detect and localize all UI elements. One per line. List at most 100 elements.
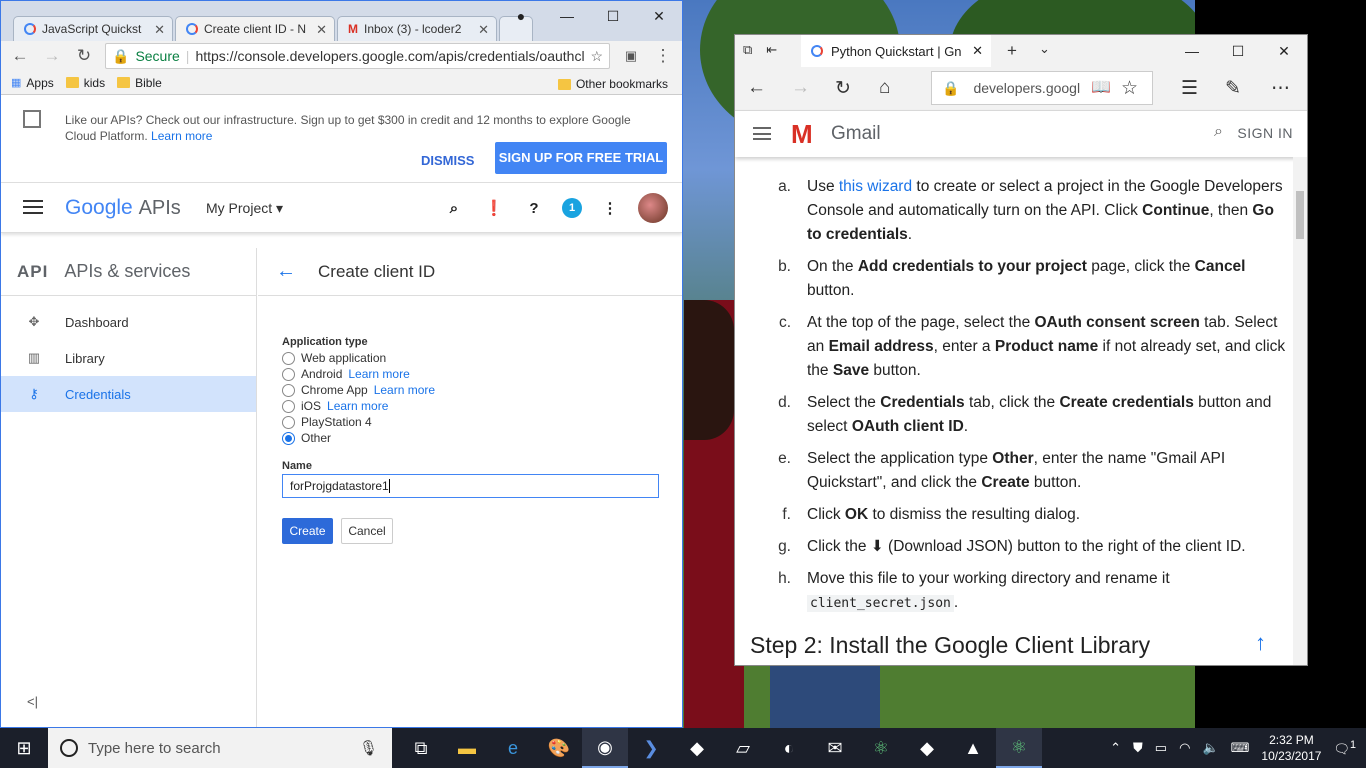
dismiss-button[interactable]: DISMISS [421, 153, 474, 169]
clock[interactable]: 2:32 PM 10/23/2017 [1261, 732, 1321, 764]
scrollbar[interactable] [1293, 157, 1307, 665]
extension-icon[interactable]: ▣ [620, 48, 642, 64]
hamburger-menu-icon[interactable] [23, 200, 43, 214]
reading-view-icon[interactable]: 📖 [1091, 77, 1111, 97]
file-explorer-icon[interactable]: ▬ [444, 728, 490, 768]
tab-inbox[interactable]: M Inbox (3) - lcoder2 ✕ [337, 16, 497, 41]
radio-chrome-app[interactable]: Chrome App Learn more [282, 382, 682, 398]
mail-icon[interactable]: ✉ [812, 728, 858, 768]
radio-circle[interactable] [282, 399, 295, 413]
hamburger-menu-icon[interactable] [753, 127, 771, 140]
favorites-hub-icon[interactable]: ☰ [1181, 77, 1198, 100]
git-gui-icon[interactable]: ◆ [904, 728, 950, 768]
atom-icon[interactable]: ⚛ [858, 728, 904, 768]
favorite-star-icon[interactable]: ☆ [1121, 77, 1138, 100]
radio-circle[interactable] [282, 383, 295, 397]
notification-badge[interactable]: 1 [562, 198, 582, 218]
maximize-button[interactable]: ☐ [590, 1, 636, 31]
tab-javascript-quickstart[interactable]: JavaScript Quickst ✕ [13, 16, 173, 41]
minimize-button[interactable]: — [544, 1, 590, 31]
search-icon[interactable]: ⌕ [1214, 123, 1223, 141]
eclipse-icon[interactable]: ◐ [766, 728, 812, 768]
minimize-button[interactable]: — [1169, 35, 1215, 67]
microphone-icon[interactable]: 🎙 [359, 739, 378, 757]
sidebar-item-library[interactable]: ▥ Library [1, 340, 256, 376]
radio-circle[interactable] [282, 415, 295, 429]
chrome-icon[interactable]: ◉ [582, 728, 628, 768]
learn-more-link[interactable]: Learn more [327, 399, 388, 413]
reload-icon[interactable]: ↻ [73, 46, 95, 66]
radio-circle-selected[interactable] [282, 431, 295, 445]
bookmark-kids[interactable]: kids [65, 76, 105, 90]
forward-icon[interactable]: → [791, 77, 810, 99]
windows-start-icon[interactable]: ⊞ [0, 728, 48, 768]
cancel-button[interactable]: Cancel [341, 518, 393, 544]
tab-list-icon[interactable]: ⌄ [1039, 41, 1050, 57]
learn-more-link[interactable]: Learn more [151, 129, 212, 143]
learn-more-link[interactable]: Learn more [374, 383, 435, 397]
refresh-icon[interactable]: ↻ [835, 77, 851, 100]
bookmark-star-icon[interactable]: ☆ [590, 48, 603, 65]
learn-more-link[interactable]: Learn more [348, 367, 409, 381]
wizard-link[interactable]: this wizard [839, 178, 912, 195]
radio-circle[interactable] [282, 351, 295, 365]
bookmark-apps[interactable]: ▦ Apps [11, 76, 54, 90]
avatar[interactable] [638, 193, 668, 223]
menu-icon[interactable]: ⋮ [652, 46, 674, 66]
edge-tab-python-quickstart[interactable]: Python Quickstart | Gn ✕ [801, 35, 991, 67]
radio-web-application[interactable]: Web application [282, 350, 682, 366]
help-icon[interactable]: ? [522, 196, 546, 220]
back-arrow-icon[interactable]: ← [276, 260, 296, 283]
tab-aside-icon[interactable]: ⧉ [743, 42, 752, 58]
radio-ios[interactable]: iOS Learn more [282, 398, 682, 414]
keyboard-icon[interactable]: ⌨ [1231, 740, 1250, 756]
project-selector[interactable]: My Project ▾ [206, 200, 283, 217]
google-apis-logo[interactable]: Google APIs [65, 196, 181, 220]
close-tab-icon[interactable]: ✕ [154, 22, 165, 38]
close-tab-icon[interactable]: ✕ [316, 22, 327, 38]
create-button[interactable]: Create [282, 518, 333, 544]
paint-icon[interactable]: 🎨 [536, 728, 582, 768]
forward-icon[interactable]: → [41, 46, 63, 66]
volume-icon[interactable]: 🔈 [1202, 740, 1218, 756]
free-trial-button[interactable]: SIGN UP FOR FREE TRIAL [495, 142, 667, 174]
atom-icon-2[interactable]: ⚛ [996, 728, 1042, 768]
action-center-icon[interactable]: 🗨1 [1333, 739, 1356, 757]
git-icon[interactable]: ◆ [674, 728, 720, 768]
maximize-button[interactable]: ☐ [1215, 35, 1261, 67]
profile-icon[interactable]: ● [498, 1, 544, 31]
name-input[interactable]: forProjgdatastore1 [282, 474, 659, 498]
sidebar-item-dashboard[interactable]: ✥ Dashboard [1, 304, 256, 340]
bookmark-bible[interactable]: Bible [117, 76, 162, 90]
wifi-icon[interactable]: ◠ [1179, 740, 1190, 756]
tab-create-client-id[interactable]: Create client ID - N ✕ [175, 16, 335, 41]
sidebar-item-credentials[interactable]: ⚷ Credentials [1, 376, 256, 412]
notepad-icon[interactable]: ▱ [720, 728, 766, 768]
scrollbar-thumb[interactable] [1296, 191, 1304, 239]
radio-circle[interactable] [282, 367, 295, 381]
alert-icon[interactable]: ❗ [482, 196, 506, 220]
new-tab-icon[interactable]: + [1007, 41, 1017, 61]
scroll-top-icon[interactable]: ↑ [1255, 631, 1266, 655]
more-icon[interactable]: ⋯ [1271, 77, 1290, 100]
more-vert-icon[interactable]: ⋮ [598, 196, 622, 220]
home-icon[interactable]: ⌂ [879, 77, 890, 99]
back-icon[interactable]: ← [9, 46, 31, 66]
security-icon[interactable]: ⛊ [1133, 740, 1143, 756]
set-aside-icon[interactable]: ⇤ [766, 42, 777, 58]
search-icon[interactable]: ⌕ [442, 196, 466, 220]
close-button[interactable]: ✕ [636, 1, 682, 31]
edge-icon[interactable]: e [490, 728, 536, 768]
battery-icon[interactable]: ▭ [1155, 740, 1167, 756]
task-view-icon[interactable]: ⧉ [398, 728, 444, 768]
radio-playstation-4[interactable]: PlayStation 4 [282, 414, 682, 430]
show-hidden-icons[interactable]: ⌃ [1110, 740, 1121, 756]
edge-address-bar[interactable]: 🔒 developers.googl [931, 71, 1153, 105]
photos-icon[interactable]: ▲ [950, 728, 996, 768]
radio-android[interactable]: Android Learn more [282, 366, 682, 382]
pen-icon[interactable]: ✎ [1225, 77, 1241, 100]
powershell-icon[interactable]: ❯ [628, 728, 674, 768]
taskbar-search[interactable]: Type here to search 🎙 [48, 728, 392, 768]
close-button[interactable]: ✕ [1261, 35, 1307, 67]
collapse-sidebar-icon[interactable]: <| [27, 694, 38, 709]
